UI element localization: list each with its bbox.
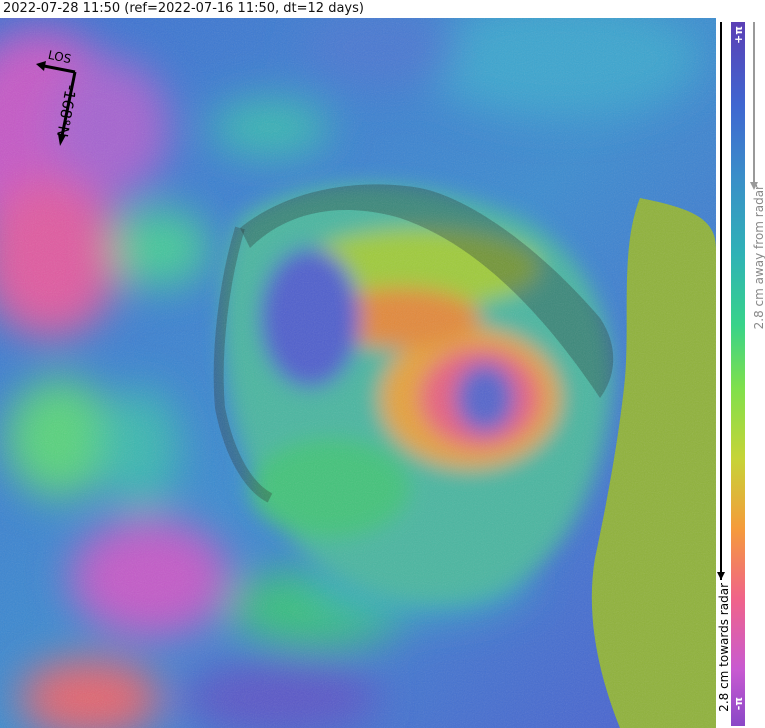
away-arrow-line	[753, 22, 755, 182]
phase-colorbar	[731, 22, 745, 726]
away-from-radar-label: 2.8 cm away from radar	[752, 185, 765, 330]
compass: LOS -168°N	[32, 48, 102, 162]
towards-arrow-line	[720, 22, 722, 580]
image-title: 2022-07-28 11:50 (ref=2022-07-16 11:50, …	[3, 1, 364, 16]
colorbar-bottom-label: -π	[732, 697, 745, 711]
towards-arrow-icon	[717, 572, 725, 580]
colorbar-top-label: +π	[732, 26, 745, 44]
towards-radar-label: 2.8 cm towards radar	[717, 583, 731, 712]
interferogram-map: LOS -168°N	[0, 18, 716, 728]
